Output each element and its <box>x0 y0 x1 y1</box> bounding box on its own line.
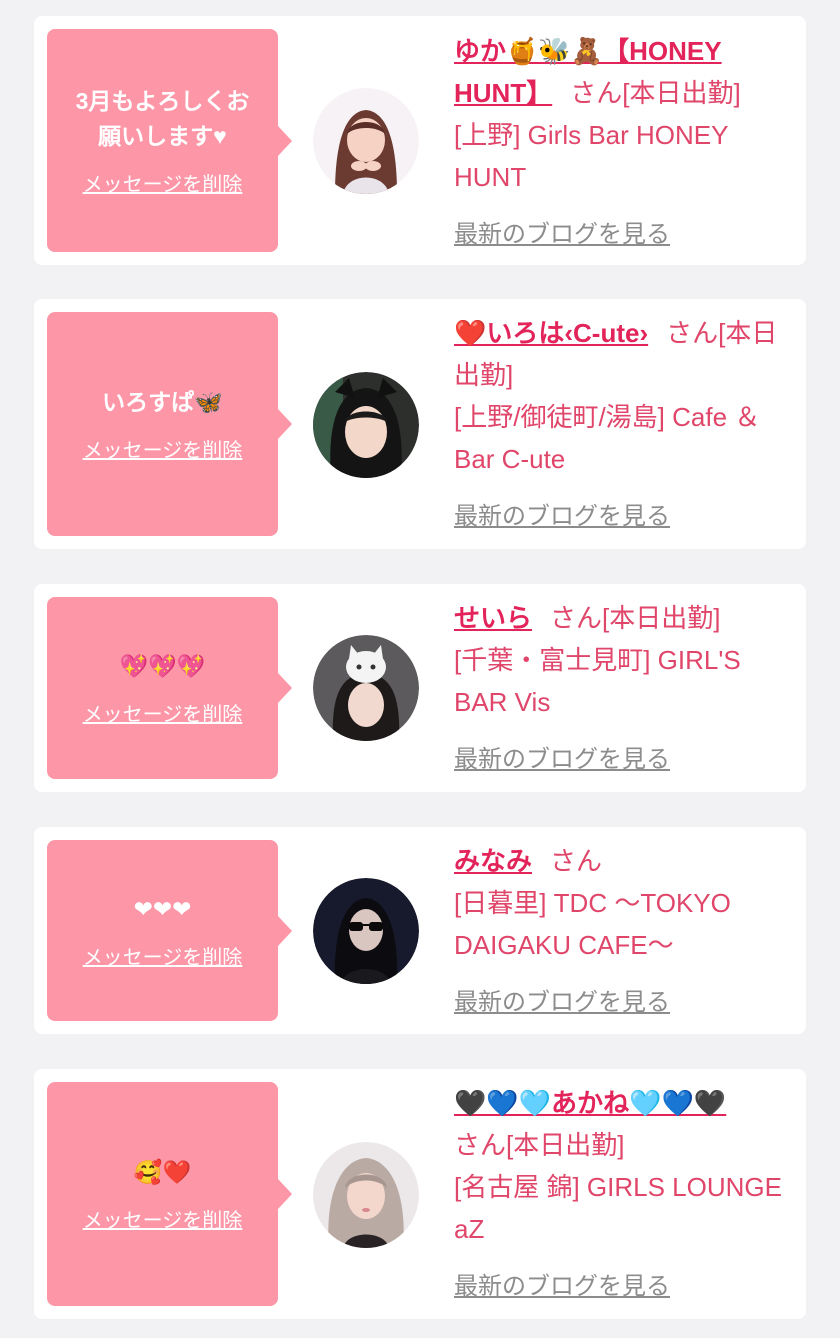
latest-blog-link[interactable]: 最新のブログを見る <box>454 1266 670 1308</box>
latest-blog-link[interactable]: 最新のブログを見る <box>454 496 670 538</box>
message-card: 🥰❤️ メッセージを削除 🖤💙🩵あかね🩵💙🖤 さん[本日出勤] [名古屋 錦] G… <box>34 1069 806 1319</box>
avatar[interactable] <box>313 372 419 478</box>
cast-name-link[interactable]: みなみ <box>454 846 532 876</box>
message-bubble: ❤❤❤ メッセージを削除 <box>47 840 292 1021</box>
message-bubble: 💖💖💖 メッセージを削除 <box>47 597 292 779</box>
latest-blog-link[interactable]: 最新のブログを見る <box>454 214 670 256</box>
message-text: ❤❤❤ <box>133 895 192 922</box>
avatar[interactable] <box>313 878 419 984</box>
message-text: いろすぱ🦋 <box>102 389 223 415</box>
cast-info: みなみ さん [日暮里] TDC ～TOKYO DAIGAKU CAFE～ 最新の… <box>454 840 784 1024</box>
message-card: いろすぱ🦋 メッセージを削除 ❤️いろは‹C-ute› さん[本日出勤] [上野/… <box>34 299 806 549</box>
cast-name-link[interactable]: せいら <box>454 603 532 633</box>
message-card: 💖💖💖 メッセージを削除 せいら さん[本日出勤] [千葉・富士見町] GIRL'… <box>34 584 806 792</box>
shop-name: [上野] Girls Bar HONEY HUNT <box>454 120 729 192</box>
cast-status: さん <box>550 846 603 876</box>
message-card: ❤❤❤ メッセージを削除 みなみ さん [日暮里] TDC ～TOKYO DAIG… <box>34 827 806 1034</box>
delete-message-link[interactable]: メッセージを削除 <box>83 1204 243 1233</box>
cast-info: せいら さん[本日出勤] [千葉・富士見町] GIRL'S BAR Vis 最新の… <box>454 597 784 781</box>
message-list: 3月もよろしくお願いします♥ メッセージを削除 ゆか🍯🐝🧸【HONEY HUNT… <box>0 0 840 1338</box>
cast-info: ❤️いろは‹C-ute› さん[本日出勤] [上野/御徒町/湯島] Cafe ＆B… <box>454 312 784 538</box>
delete-message-link[interactable]: メッセージを削除 <box>83 698 243 727</box>
message-text: 3月もよろしくお願いします♥ <box>75 88 250 149</box>
shop-name: [千葉・富士見町] GIRL'S BAR Vis <box>454 645 741 717</box>
avatar[interactable] <box>313 635 419 741</box>
cast-status: さん[本日出勤] <box>550 603 721 633</box>
delete-message-link[interactable]: メッセージを削除 <box>83 168 243 197</box>
latest-blog-link[interactable]: 最新のブログを見る <box>454 982 670 1024</box>
latest-blog-link[interactable]: 最新のブログを見る <box>454 739 670 781</box>
message-text: 🥰❤️ <box>133 1159 192 1185</box>
cast-status: さん[本日出勤] <box>570 78 741 108</box>
shop-name: [日暮里] TDC ～TOKYO DAIGAKU CAFE～ <box>454 888 731 960</box>
message-bubble: 🥰❤️ メッセージを削除 <box>47 1082 292 1306</box>
cast-name-link[interactable]: 🖤💙🩵あかね🩵💙🖤 <box>454 1088 726 1118</box>
delete-message-link[interactable]: メッセージを削除 <box>83 941 243 970</box>
shop-name: [上野/御徒町/湯島] Cafe ＆Bar C-ute <box>454 402 761 474</box>
cast-name-link[interactable]: ❤️いろは‹C-ute› <box>454 318 648 348</box>
cast-status: さん[本日出勤] <box>454 1130 625 1160</box>
avatar[interactable] <box>313 1142 419 1248</box>
delete-message-link[interactable]: メッセージを削除 <box>83 434 243 463</box>
cast-info: ゆか🍯🐝🧸【HONEY HUNT】 さん[本日出勤] [上野] Girls Bar… <box>454 30 784 256</box>
message-card: 3月もよろしくお願いします♥ メッセージを削除 ゆか🍯🐝🧸【HONEY HUNT… <box>34 16 806 265</box>
message-text: 💖💖💖 <box>119 653 206 679</box>
message-bubble: いろすぱ🦋 メッセージを削除 <box>47 312 292 536</box>
cast-info: 🖤💙🩵あかね🩵💙🖤 さん[本日出勤] [名古屋 錦] GIRLS LOUNGE a… <box>454 1082 784 1308</box>
message-bubble: 3月もよろしくお願いします♥ メッセージを削除 <box>47 29 292 252</box>
avatar[interactable] <box>313 88 419 194</box>
shop-name: [名古屋 錦] GIRLS LOUNGE aZ <box>454 1172 782 1244</box>
